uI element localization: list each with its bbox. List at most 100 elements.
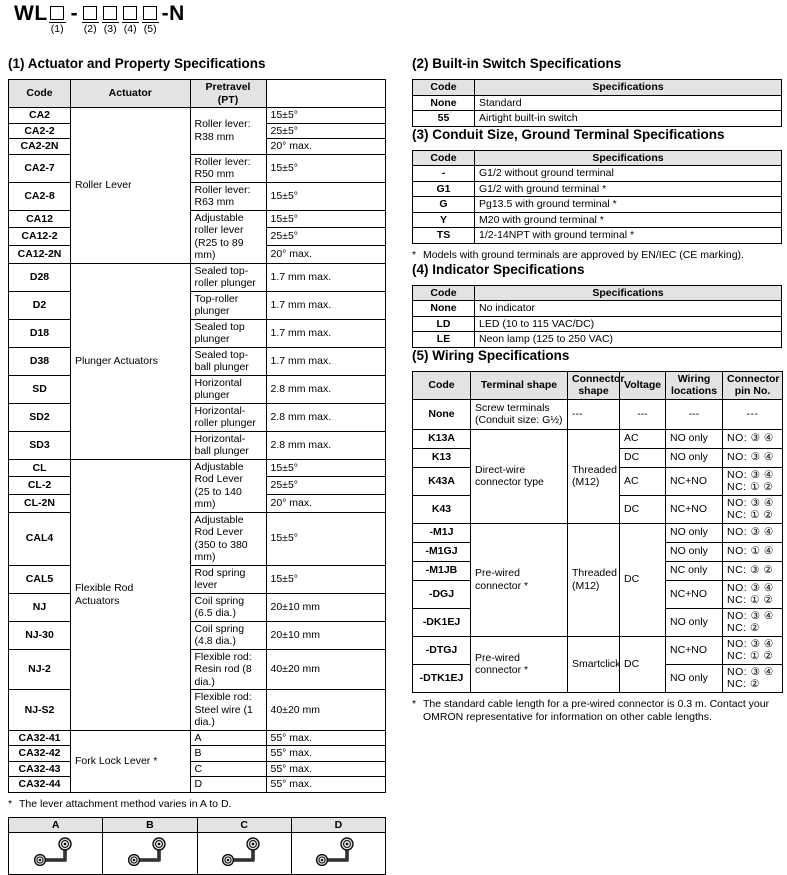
lever-cell-d [290,831,387,875]
wiring-code-cell: -M1JB [412,560,471,581]
header-pretravel-line2: (PT) [217,93,239,106]
model-slot-4: (4) [121,2,140,35]
terminal-shape-cell: Screw terminals (Conduit size: G½) [470,398,568,430]
pretravel-cell: 20±10 mm [265,620,386,650]
pin-line: NO: ③ ④ [727,526,774,539]
table-row: 55 Airtight built-in switch [412,110,782,127]
specification-cell: 1/2-14NPT with ground terminal * [474,227,782,244]
actuator-code-cell: CA32-41 [8,729,71,746]
lever-cell-b [102,831,198,875]
header-specifications: Specifications [474,79,782,96]
actuator-description-cell: Flexible rod: Steel wire (1 dia.) [189,689,267,731]
table-row: SD Horizontal plunger 2.8 mm max. [8,374,386,404]
lever-attachment-diagram-table: ABCD [7,816,387,875]
actuator-description-cell: Sealed top-roller plunger [189,262,267,292]
model-box-4 [123,6,138,20]
pretravel-cell: 1.7 mm max. [265,262,386,292]
pin-line: NO: ③ ④ [727,496,774,509]
table-row: K13A Direct-wire connector type Threaded (M1… [412,428,783,524]
actuator-description-cell: D [189,776,267,793]
voltage-cell: DC [619,494,666,524]
table-row: D18 Sealed top plunger 1.7 mm max. [8,318,386,348]
actuator-description-cell: Horizontal-roller plunger [189,402,267,432]
table-row: CA2-8 Roller lever: R63 mm 15±5° [8,181,386,211]
pretravel-cell: 55° max. [265,745,386,762]
voltage-cell: AC [619,466,666,496]
pretravel-cell: 25±5° [265,122,386,139]
actuator-specifications-table: Code Actuator Pretravel (PT) CA2 Roller L… [8,79,386,793]
model-slot-1: (1) [48,2,67,35]
left-column: (1) Actuator and Property Specifications… [7,56,387,875]
connector-shape-cell: Smartclick [567,635,620,693]
actuator-description-cell: A [189,729,267,746]
voltage-cell: AC [619,428,666,449]
wiring-locations-cell: NO only [665,541,723,562]
model-code-header: WL (1) - (2) (3) (4) (5) -N [14,2,185,44]
model-num-3: (3) [103,23,117,35]
connector-pin-no-cell: NO: ③ ④ NC: ① ② [722,635,783,665]
pin-line: NC: ② [727,622,760,634]
specification-cell: G1/2 with ground terminal * [474,180,782,197]
header-connector-shape: Connector shape [567,370,625,400]
code-cell: None [412,94,475,111]
actuator-code-cell: CA12-2N [8,244,71,264]
model-box-5 [143,6,158,20]
connector-pin-no-cell: NO: ③ ④ [722,447,783,468]
fork-lock-lever-diagram [127,837,166,867]
header-pretravel: Pretravel (PT) [189,79,267,108]
pin-line: NC: ① ② [727,650,774,662]
pretravel-cell: 55° max. [265,729,386,746]
actuator-group-cell: Flexible Rod Actuators [70,458,191,731]
code-cell: TS [412,227,475,244]
table-header-row: Code Specifications [412,149,782,166]
header-code: Code [412,149,475,166]
terminal-shape-cell: Pre-wired connector * [470,635,568,693]
indicator-specifications-table: Code Specifications None No indicator LD LE… [412,284,782,348]
voltage-cell: DC [619,522,666,637]
pretravel-cell: 40±20 mm [265,648,386,690]
table-row: NJ-S2 Flexible rod: Steel wire (1 dia.) 40±… [8,689,386,731]
actuator-code-cell: CA32-43 [8,760,71,777]
model-slot-5: (5) [141,2,160,35]
actuator-description-cell: Sealed top-ball plunger [189,346,267,376]
pretravel-cell: 20±10 mm [265,592,386,622]
pin-line: NO: ③ ④ [727,665,774,678]
actuator-code-cell: D18 [8,318,71,348]
actuator-code-cell: D38 [8,346,71,376]
actuator-code-cell: SD2 [8,402,71,432]
table-row: CA32-44 D 55° max. [8,776,386,793]
pin-line: NC: ① ② [727,481,774,493]
actuator-code-cell: D28 [8,262,71,292]
table-row: Y M20 with ground terminal * [412,211,782,228]
table-row: None Standard [412,94,782,111]
table-row: LD LED (10 to 115 VAC/DC) [412,315,782,332]
wiring-locations-cell: NO only [665,607,723,637]
model-box-1 [50,6,65,20]
footnote-text: Models with ground terminals are approve… [423,248,744,261]
actuator-description-cell: B [189,745,267,762]
actuator-code-cell: CA2-2N [8,138,71,155]
actuator-code-cell: CA32-44 [8,776,71,793]
connector-pin-no-cell: NO: ③ ④ [722,522,783,543]
pin-line: NC: ① ② [727,594,774,606]
header-terminal-shape: Terminal shape [470,370,568,400]
pretravel-cell: 15±5° [265,107,386,124]
actuator-code-cell: D2 [8,290,71,320]
pretravel-cell: 1.7 mm max. [265,346,386,376]
connector-pin-no-cell: NC: ③ ② [722,560,783,581]
actuator-code-cell: CA32-42 [8,745,71,762]
section3-title: (3) Conduit Size, Ground Terminal Specif… [412,126,725,142]
table-row: None Screw terminals (Conduit size: G½) ---… [412,398,783,430]
model-dash: - [70,2,78,25]
fork-lock-lever-diagram [222,837,260,867]
wiring-code-cell: K13 [412,447,471,468]
pretravel-cell: 25±5° [265,227,386,246]
header-wiring-line2: locations [670,385,718,397]
lever-header-a: A [7,816,104,833]
voltage-cell: --- [619,398,666,430]
wiring-locations-cell: --- [665,398,723,430]
connector-pin-no-cell: NO: ③ ④ NC: ② [722,663,783,693]
wiring-code-cell: K43A [412,466,471,496]
actuator-group-cell: Plunger Actuators [70,262,191,460]
actuator-description-cell: Coil spring (6.5 dia.) [189,592,267,622]
